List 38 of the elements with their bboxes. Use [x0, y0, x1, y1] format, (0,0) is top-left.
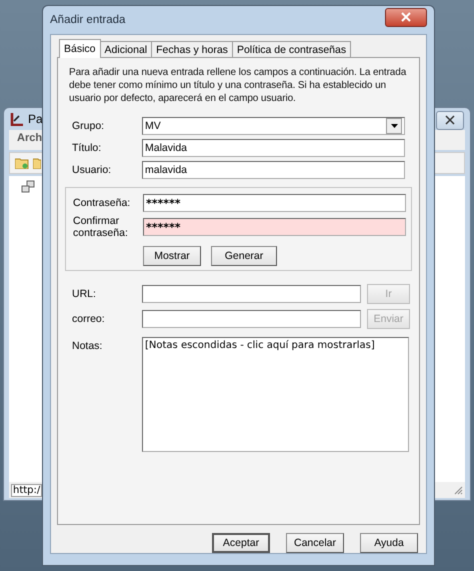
dialog-button[interactable]: Cancelar	[286, 533, 344, 553]
dialog-title: Añadir entrada	[50, 14, 126, 26]
password-button[interactable]: Mostrar	[143, 246, 201, 266]
field-label: Título:	[71, 142, 102, 154]
field-label: Notas:	[71, 339, 104, 352]
input-field[interactable]: malavida	[142, 161, 405, 179]
dialog-button[interactable]: Ayuda	[360, 533, 418, 553]
resize-grip-icon[interactable]	[453, 485, 463, 495]
notes-field[interactable]: [Notas escondidas - clic aquí para mostrarlas]	[142, 337, 409, 452]
close-icon	[445, 115, 455, 125]
close-button[interactable]	[436, 110, 464, 130]
dialog-button[interactable]: Aceptar	[212, 533, 270, 553]
input-field[interactable]	[142, 310, 361, 328]
input-field[interactable]: Malavida	[142, 139, 405, 157]
password-field[interactable]: ******	[143, 194, 406, 212]
new-folder-icon[interactable]	[15, 157, 29, 169]
field-label: URL:	[71, 288, 97, 300]
dropdown-arrow-icon	[390, 124, 398, 128]
field-label: Usuario:	[71, 164, 112, 176]
close-icon	[401, 12, 411, 22]
group-dropdown[interactable]: MV	[142, 117, 405, 135]
field-label: Grupo:	[71, 120, 106, 132]
input-field[interactable]	[142, 284, 361, 302]
tab[interactable]: Política de contraseñas	[232, 41, 352, 57]
network-icon	[21, 180, 35, 194]
password-field[interactable]: ******	[143, 218, 406, 236]
tab[interactable]: Básico	[59, 39, 101, 58]
field-label: Contraseña:	[72, 197, 132, 209]
status-text: http:/	[11, 484, 42, 496]
menu-item[interactable]: Arch	[17, 132, 39, 144]
field-label: correo:	[71, 312, 106, 324]
tab[interactable]: Fechas y horas	[151, 41, 233, 57]
field-label: Confirmar contraseña:	[72, 215, 129, 239]
intro-text: Para añadir una nueva entrada rellene los campos a continuación. La entrada debe tener como mínimo un título y una contraseña. Si ha establecido un usuario por defecto, aparecerá en el campo usuario.	[69, 66, 408, 105]
password-button[interactable]: Generar	[211, 246, 277, 266]
window-title: Pa	[28, 112, 43, 126]
close-button[interactable]	[385, 8, 427, 26]
app-icon	[10, 112, 24, 126]
